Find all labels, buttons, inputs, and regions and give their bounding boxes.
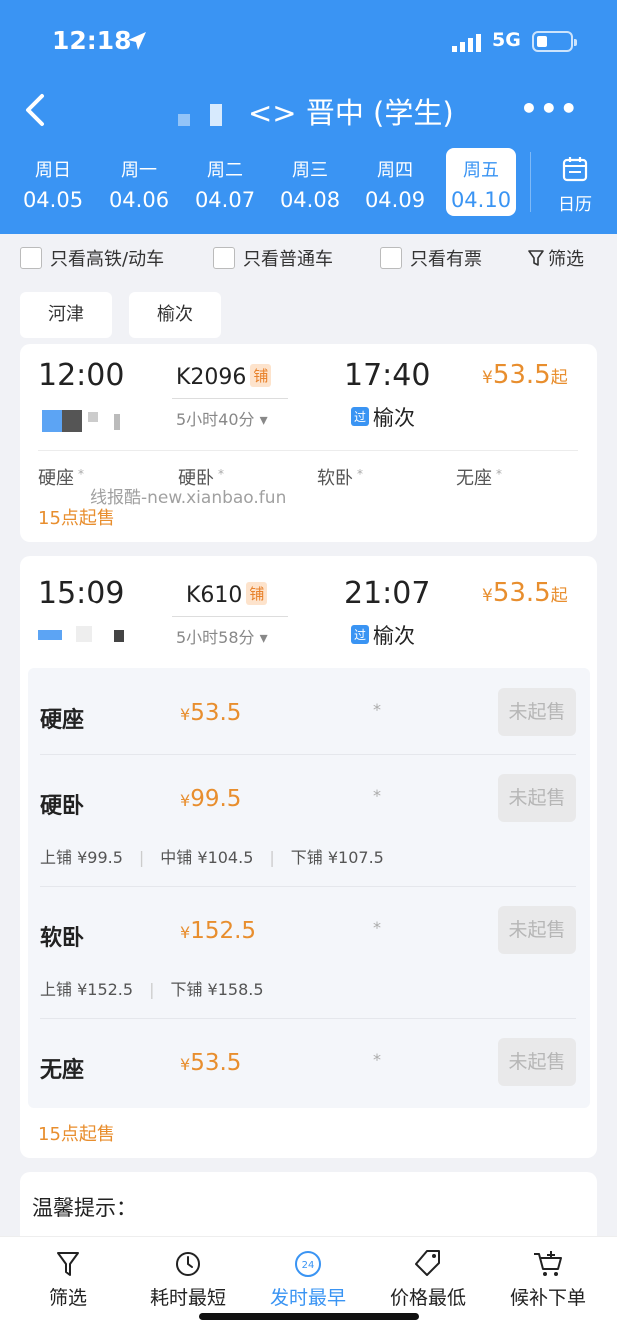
checkbox[interactable]	[213, 247, 235, 269]
not-on-sale-button[interactable]: 未起售	[498, 774, 576, 822]
redacted-station	[210, 104, 222, 126]
back-arrow-icon[interactable]	[22, 92, 50, 128]
seat-type: 硬座 *	[38, 467, 84, 489]
redacted-station	[42, 410, 120, 432]
cart-plus-icon	[534, 1251, 562, 1276]
seat-price: ¥53.5	[180, 1050, 242, 1076]
checkbox[interactable]	[20, 247, 42, 269]
battery-icon	[532, 31, 577, 52]
timer-icon	[176, 1252, 200, 1276]
seat-row: 硬座 ¥53.5 * 未起售	[28, 688, 590, 758]
calendar-button[interactable]: 日历	[544, 148, 606, 216]
date-tab[interactable]: 周日 04.05	[18, 148, 88, 216]
date-tab[interactable]: 周二 04.07	[190, 148, 260, 216]
location-arrow-icon	[128, 32, 146, 50]
train-card-expanded[interactable]: 15:09 K610 铺 5小时58分 ▾ 21:07 过榆次 ¥53.5起 硬座…	[20, 556, 597, 1158]
price-tag-icon	[415, 1250, 440, 1276]
not-on-sale-button[interactable]: 未起售	[498, 688, 576, 736]
arrive-station: 过榆次	[351, 402, 415, 432]
not-on-sale-button[interactable]: 未起售	[498, 906, 576, 954]
seat-row: 硬卧 ¥99.5 * 未起售 上铺 ¥99.5 | 中铺 ¥104.5 | 下铺 ¥10…	[28, 774, 590, 874]
tab-lowest-price[interactable]: 价格最低	[368, 1247, 488, 1310]
home-indicator	[199, 1313, 419, 1320]
tab-shortest[interactable]: 耗时最短	[128, 1247, 248, 1310]
redacted-station	[178, 114, 190, 126]
filter-icon	[57, 1252, 79, 1276]
berth-prices: 上铺 ¥152.5 | 下铺 ¥158.5	[40, 980, 264, 999]
funnel-icon	[528, 250, 544, 266]
lowest-price: ¥53.5起	[482, 578, 568, 608]
checkbox[interactable]	[380, 247, 402, 269]
seat-name: 硬卧	[40, 794, 85, 819]
more-menu-icon[interactable]: •••	[520, 92, 580, 125]
seat-row: 软卧 ¥152.5 * 未起售 上铺 ¥152.5 | 下铺 ¥158.5	[28, 906, 590, 1006]
pass-tag: 过	[351, 407, 370, 426]
seat-type: 无座 *	[456, 467, 502, 489]
tab-filter[interactable]: 筛选	[8, 1247, 128, 1310]
tab-earliest[interactable]: 24 发时最早	[248, 1247, 368, 1310]
date-selector: 周日 04.05 周一 04.06 周二 04.07 周三 04.08 周四 04.09 …	[0, 148, 617, 218]
date-tab-selected[interactable]: 周五 04.10	[446, 148, 516, 216]
tips-title: 温馨提示：	[32, 1196, 137, 1220]
page-title: <> 晋中 (学生)	[248, 96, 454, 130]
redacted-station	[38, 600, 124, 642]
watermark: 线报酷-new.xianbao.fun	[90, 488, 287, 508]
date-tab[interactable]: 周四 04.09	[360, 148, 430, 216]
arrive-time: 17:40	[344, 358, 431, 393]
lowest-price: ¥53.5起	[482, 360, 568, 390]
seat-price: ¥99.5	[180, 786, 242, 812]
duration[interactable]: 5小时58分 ▾	[176, 624, 268, 648]
date-tab[interactable]: 周一 04.06	[104, 148, 174, 216]
header: 12:18 5G <> 晋中 (学生) ••• 周日 04.05 周一 04.06 …	[0, 0, 617, 234]
seat-name: 硬座	[40, 708, 85, 733]
filter-bar: 只看高铁/动车 只看普通车 只看有票 筛选	[0, 240, 617, 276]
berth-prices: 上铺 ¥99.5 | 中铺 ¥104.5 | 下铺 ¥107.5	[40, 848, 384, 867]
seat-name: 软卧	[40, 926, 85, 951]
station-chips: 河津 榆次	[0, 292, 617, 338]
filter-button[interactable]: 筛选	[528, 244, 584, 272]
filter-available[interactable]: 只看有票	[380, 244, 482, 272]
seat-price: ¥152.5	[180, 918, 257, 944]
status-time: 12:18	[52, 26, 132, 55]
status-bar: 12:18 5G	[0, 22, 617, 62]
berth-tag: 铺	[246, 582, 268, 605]
depart-time: 12:00	[38, 358, 125, 393]
berth-tag: 铺	[250, 364, 272, 387]
station-chip[interactable]: 河津	[20, 292, 112, 338]
train-number[interactable]: K610 铺	[186, 582, 268, 608]
seat-name: 无座	[40, 1058, 85, 1083]
seat-row: 无座 ¥53.5 * 未起售	[28, 1038, 590, 1108]
not-on-sale-button[interactable]: 未起售	[498, 1038, 576, 1086]
filter-regular[interactable]: 只看普通车	[213, 244, 333, 272]
network-label: 5G	[492, 29, 521, 51]
seat-price: ¥53.5	[180, 700, 242, 726]
sale-note: 15点起售	[38, 1124, 115, 1145]
clock-24-icon: 24	[295, 1251, 321, 1277]
train-number[interactable]: K2096 铺	[176, 364, 272, 390]
svg-text:24: 24	[302, 1260, 315, 1271]
seat-type: 软卧 *	[317, 467, 363, 489]
pass-tag: 过	[351, 625, 370, 644]
arrive-time: 21:07	[344, 576, 431, 611]
calendar-icon	[562, 157, 588, 182]
filter-high-speed[interactable]: 只看高铁/动车	[20, 244, 164, 272]
train-card[interactable]: 12:00 K2096 铺 5小时40分 ▾ 17:40 过榆次 ¥53.5起 硬…	[20, 344, 597, 542]
date-tab[interactable]: 周三 04.08	[275, 148, 345, 216]
arrive-station: 过榆次	[351, 620, 415, 650]
signal-icon	[452, 34, 481, 52]
seat-detail-panel: 硬座 ¥53.5 * 未起售 硬卧 ¥99.5 * 未起售 上铺 ¥99.5 | 中…	[28, 668, 590, 1108]
station-chip[interactable]: 榆次	[129, 292, 221, 338]
tab-waitlist[interactable]: 候补下单	[488, 1247, 608, 1310]
duration[interactable]: 5小时40分 ▾	[176, 406, 268, 430]
